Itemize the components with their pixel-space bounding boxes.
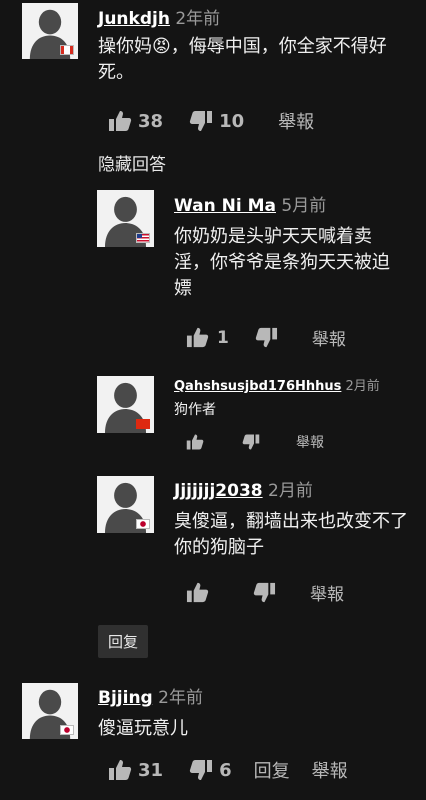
comment-time[interactable]: 5月前 — [281, 196, 326, 216]
comment-time[interactable]: 2月前 — [346, 379, 380, 394]
like-count: 31 — [138, 759, 164, 781]
canada-flag-icon — [60, 45, 74, 55]
dislike-button[interactable] — [255, 326, 278, 349]
thumbs-up-icon — [108, 758, 132, 782]
comment-time[interactable]: 2年前 — [158, 688, 203, 708]
report-button[interactable]: 舉報 — [312, 757, 348, 783]
thumbs-up-icon — [186, 581, 209, 604]
like-button[interactable]: 1 — [186, 326, 229, 349]
comment-author[interactable]: Qahshsusjbd176Hhhus — [174, 379, 341, 394]
comment-author[interactable]: Wan Ni Ma — [174, 196, 276, 216]
report-button[interactable]: 舉報 — [310, 580, 344, 605]
thumbs-up-icon — [186, 433, 204, 451]
comment-time[interactable]: 2年前 — [175, 9, 220, 29]
like-count: 38 — [138, 110, 164, 132]
japan-flag-icon — [136, 519, 150, 529]
dislike-button[interactable] — [242, 433, 260, 451]
reply-link[interactable]: 回复 — [254, 757, 290, 783]
like-button[interactable] — [186, 581, 209, 604]
comment-text: 你奶奶是头驴天天喊着卖淫，你爷爷是条狗天天被迫嫖 — [174, 226, 390, 300]
us-flag-icon — [136, 233, 150, 243]
thumbs-down-icon — [189, 758, 213, 782]
comment-author[interactable]: Bjjing — [98, 688, 153, 708]
like-button[interactable]: 38 — [108, 109, 163, 133]
hong-kong-flag-icon — [136, 419, 150, 429]
comment-text: 狗作者 — [174, 402, 216, 418]
report-button[interactable]: 舉報 — [278, 108, 314, 134]
avatar[interactable] — [97, 376, 154, 433]
thumbs-up-icon — [108, 109, 132, 133]
avatar[interactable] — [97, 476, 154, 533]
dislike-count: 10 — [219, 110, 245, 132]
like-button[interactable] — [186, 433, 204, 451]
thumbs-down-icon — [255, 326, 278, 349]
report-button[interactable]: 舉報 — [296, 432, 324, 452]
thumbs-down-icon — [253, 581, 276, 604]
thumbs-down-icon — [189, 109, 213, 133]
thumbs-down-icon — [242, 433, 260, 451]
dislike-button[interactable]: 10 — [189, 109, 244, 133]
comment-text: 操你妈😡，侮辱中国，你全家不得好死。 — [98, 36, 387, 84]
comment-text: 臭傻逼，翻墙出来也改变不了你的狗脑子 — [174, 511, 408, 559]
comment-text: 傻逼玩意儿 — [98, 718, 188, 739]
like-count: 1 — [217, 327, 229, 348]
avatar[interactable] — [97, 190, 154, 247]
reply-button[interactable]: 回复 — [98, 625, 148, 658]
avatar[interactable] — [22, 683, 78, 739]
thumbs-up-icon — [186, 326, 209, 349]
dislike-count: 6 — [219, 759, 232, 781]
report-button[interactable]: 舉報 — [312, 325, 346, 350]
comment-author[interactable]: Jjjjjjj2038 — [174, 481, 263, 501]
like-button[interactable]: 31 — [108, 758, 163, 782]
dislike-button[interactable] — [253, 581, 276, 604]
avatar[interactable] — [22, 3, 78, 59]
hide-replies-button[interactable]: 隐藏回答 — [98, 150, 166, 175]
japan-flag-icon — [60, 725, 74, 735]
dislike-button[interactable]: 6 — [189, 758, 232, 782]
comment-time[interactable]: 2月前 — [268, 481, 313, 501]
comment-author[interactable]: Junkdjh — [98, 9, 170, 29]
